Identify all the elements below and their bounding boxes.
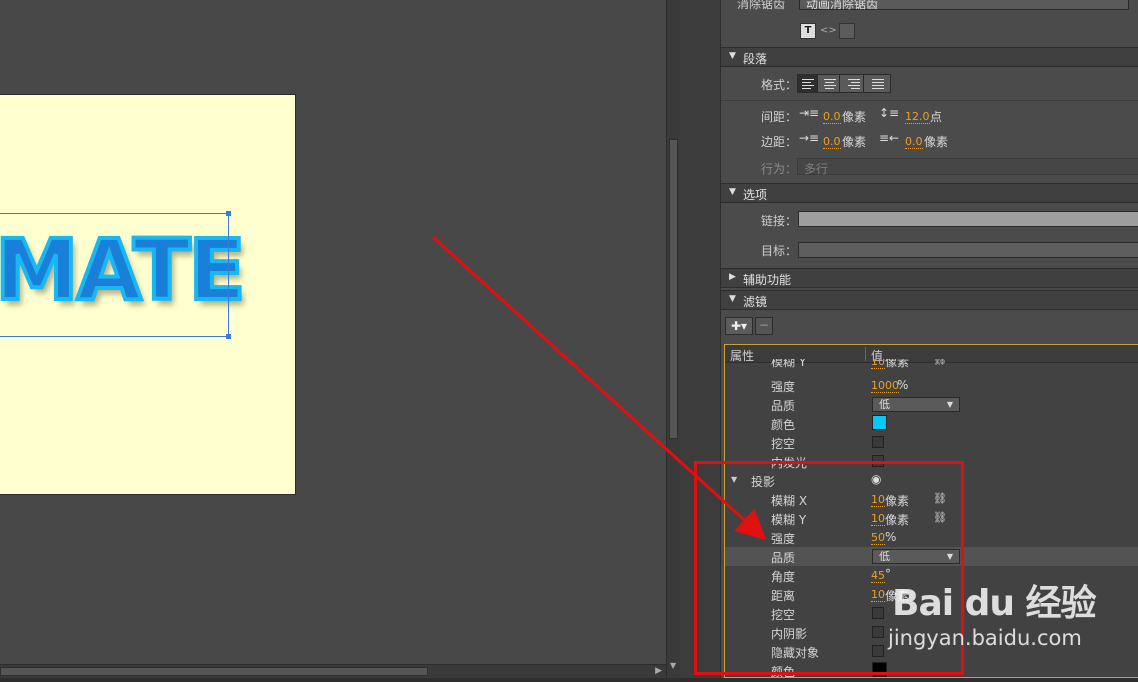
indent-icon: ⇥≡ — [799, 106, 820, 120]
horizontal-scrollbar[interactable]: ▶ — [0, 664, 666, 678]
selectable-text-icon[interactable]: T — [800, 23, 816, 39]
right-margin-unit: 像素 — [924, 135, 949, 149]
line-spacing-unit: 点 — [930, 110, 943, 124]
filter-row-quality[interactable]: 品质 低 ▼ — [725, 395, 1138, 414]
quality-value: 低 — [879, 398, 890, 411]
target-label: 目标： — [761, 244, 798, 258]
options-section-title: 选项 — [743, 188, 768, 202]
blur-y-input[interactable]: 10 — [871, 359, 885, 369]
left-margin-input[interactable]: 0.0 — [823, 135, 841, 149]
filters-section-header[interactable]: ▼ 滤镜 — [721, 290, 1138, 310]
align-center-button[interactable] — [820, 75, 840, 92]
scrollbar-thumb[interactable] — [0, 667, 428, 676]
remove-filter-button[interactable]: − — [755, 317, 773, 335]
anti-alias-value: 动画消除锯齿 — [806, 0, 879, 11]
filter-row-color[interactable]: 颜色 — [725, 414, 1138, 433]
align-left-button[interactable] — [798, 75, 818, 92]
right-margin-icon: ≡← — [879, 131, 900, 145]
behavior-dropdown[interactable]: 多行 — [797, 158, 1138, 176]
show-border-icon[interactable] — [839, 23, 855, 39]
property-name: 颜色 — [771, 418, 796, 432]
blur-y-unit: 像素 — [885, 359, 910, 369]
alignment-buttons — [797, 74, 891, 93]
filter-row-blur-y[interactable]: 模糊 Y 10 像素 ⛓ — [725, 359, 1138, 373]
target-dropdown[interactable] — [798, 242, 1138, 258]
options-section-header[interactable]: ▼ 选项 — [721, 183, 1138, 203]
selection-handle[interactable] — [226, 211, 231, 216]
left-margin-icon: →≡ — [799, 131, 820, 145]
scrollbar-thumb[interactable] — [669, 139, 678, 439]
link-input[interactable] — [798, 211, 1138, 227]
line-spacing-icon: ↕≡ — [879, 106, 900, 120]
align-justify-button[interactable] — [868, 75, 888, 92]
property-name: 挖空 — [771, 437, 796, 451]
spacing-label: 间距： — [761, 110, 798, 124]
baidu-watermark: Bai du 经验 jingyan.baidu.com — [872, 556, 1132, 656]
quality-dropdown[interactable]: 低 ▼ — [872, 397, 960, 412]
render-html-icon[interactable]: <> — [819, 23, 837, 39]
indent-unit: 像素 — [842, 110, 867, 124]
behavior-value: 多行 — [804, 162, 829, 176]
add-filter-button[interactable]: ✚▾ — [725, 317, 753, 335]
vertical-scrollbar[interactable]: ▼ — [666, 0, 680, 678]
property-name: 品质 — [771, 399, 796, 413]
scroll-down-icon[interactable]: ▼ — [670, 661, 676, 670]
property-name: 强度 — [771, 380, 796, 394]
anti-alias-label: 消除锯齿 — [737, 0, 786, 11]
stage-area[interactable]: MATE ▶ — [0, 0, 666, 682]
accessibility-section-header[interactable]: ▶ 辅助功能 — [721, 268, 1138, 288]
paragraph-section-header[interactable]: ▼ 段落 — [721, 47, 1138, 67]
glow-color-swatch[interactable] — [872, 415, 887, 430]
anti-alias-dropdown[interactable]: 动画消除锯齿 — [799, 0, 1129, 11]
minus-icon: − — [758, 318, 770, 332]
strength-input[interactable]: 1000 — [871, 379, 899, 393]
app-window: MATE ▶ ▼ 消除锯齿 动画消除锯齿 T <> ▼ 段落 格式： 间距： ⇥… — [0, 0, 1138, 682]
behavior-label: 行为： — [761, 162, 798, 176]
strength-unit: % — [897, 378, 909, 392]
align-right-button[interactable] — [844, 75, 864, 92]
watermark-logo: Bai du 经验 — [892, 583, 1097, 624]
expand-triangle-icon: ▼ — [729, 187, 736, 197]
divider — [721, 100, 1138, 101]
link-chain-icon[interactable]: ⛓ — [933, 359, 947, 366]
filters-section-title: 滤镜 — [743, 295, 768, 309]
paragraph-section-title: 段落 — [743, 52, 768, 66]
scroll-right-icon[interactable]: ▶ — [655, 666, 662, 676]
format-label: 格式： — [761, 78, 798, 92]
collapsed-triangle-icon: ▶ — [729, 272, 736, 282]
filter-row-knockout[interactable]: 挖空 — [725, 433, 1138, 452]
property-name: 模糊 Y — [771, 359, 807, 369]
left-margin-unit: 像素 — [842, 135, 867, 149]
link-label: 链接： — [761, 214, 798, 228]
expand-triangle-icon: ▼ — [729, 51, 736, 61]
text-selection-box[interactable] — [0, 211, 231, 339]
selection-handle[interactable] — [226, 334, 231, 339]
accessibility-section-title: 辅助功能 — [743, 273, 792, 287]
knockout-checkbox[interactable] — [872, 436, 884, 448]
expand-triangle-icon: ▼ — [729, 294, 736, 304]
watermark-url: jingyan.baidu.com — [888, 626, 1082, 650]
margin-label: 边距： — [761, 135, 798, 149]
window-bottom-edge — [0, 678, 1138, 682]
dropdown-arrow-icon: ▼ — [946, 400, 953, 409]
plus-icon: ✚▾ — [730, 319, 748, 333]
filter-row-strength[interactable]: 强度 1000 % — [725, 376, 1138, 395]
right-margin-input[interactable]: 0.0 — [905, 135, 923, 149]
line-spacing-input[interactable]: 12.0 — [905, 110, 930, 124]
indent-input[interactable]: 0.0 — [823, 110, 841, 124]
